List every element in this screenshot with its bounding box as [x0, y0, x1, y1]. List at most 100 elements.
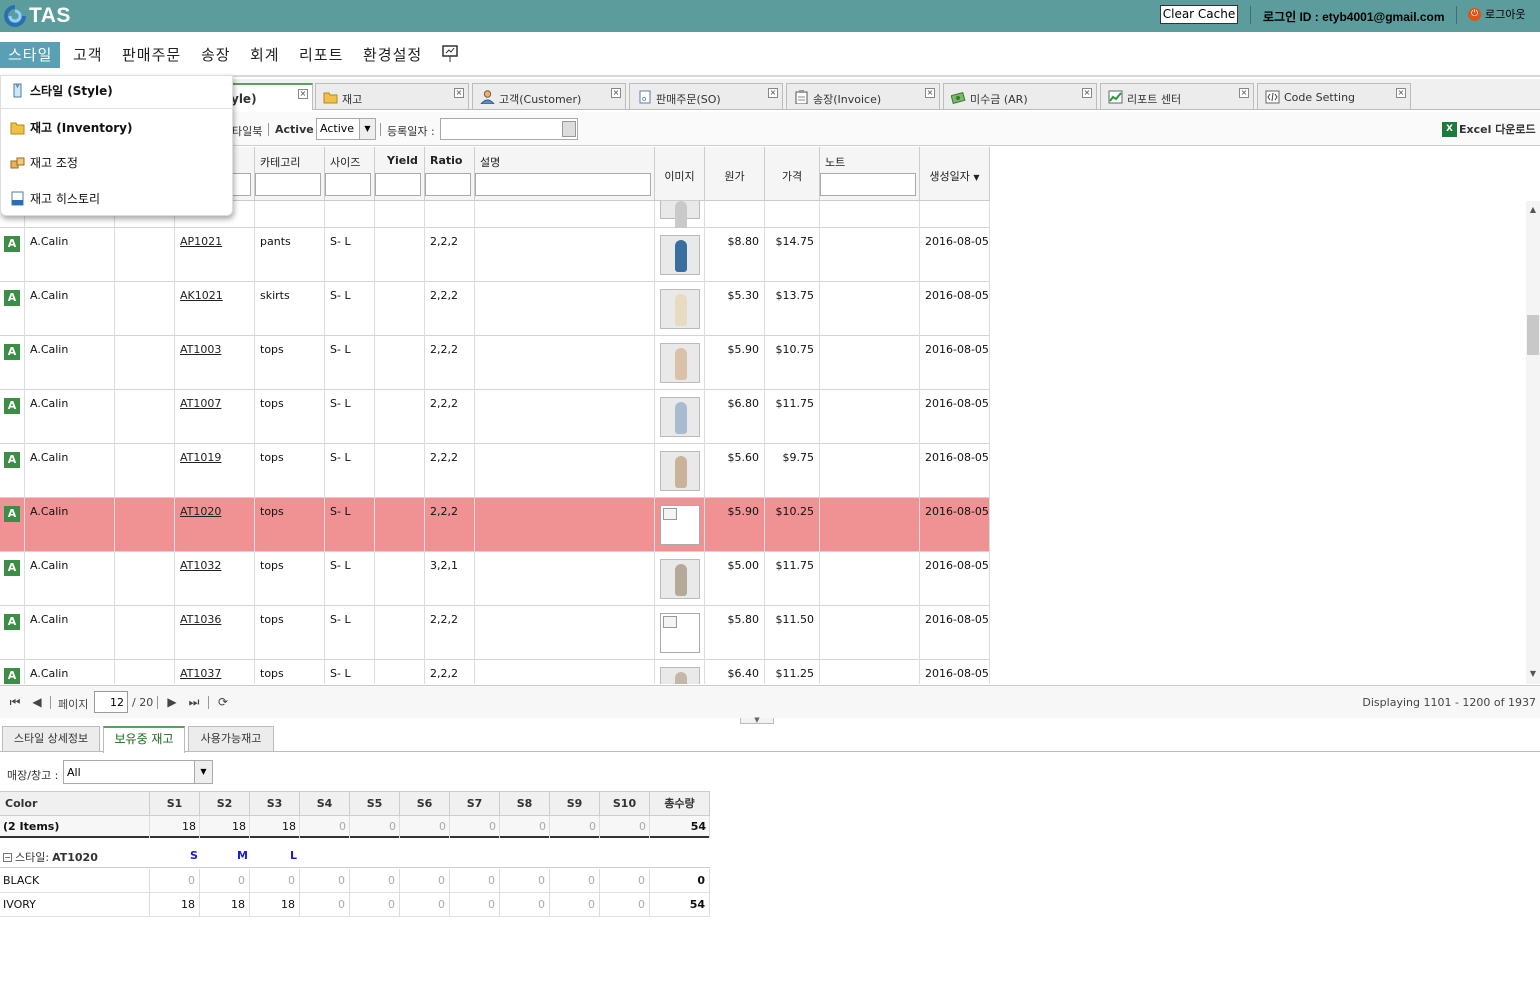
header-label[interactable]: Yield — [387, 154, 418, 167]
menu-style[interactable]: 스타일 — [0, 42, 61, 68]
menu-sales-order[interactable]: 판매주문 — [122, 42, 181, 68]
header-label[interactable]: 가격 — [765, 168, 819, 184]
app-logo[interactable]: TAS — [4, 4, 71, 28]
header-label[interactable]: 이미지 — [655, 168, 704, 184]
tab-ar[interactable]: 미수금 (AR) × — [943, 83, 1097, 109]
inventory-col-header[interactable]: 총수량 — [650, 792, 710, 816]
inventory-row[interactable]: BLACK 0 0 0 0 0 0 0 0 0 0 0 — [0, 869, 710, 893]
product-thumbnail[interactable] — [660, 505, 700, 545]
table-row[interactable]: A A.Calin AT1036 tops S- L 2,2,2 $5.80 $11.50 20… — [0, 606, 990, 660]
close-icon[interactable]: × — [925, 88, 935, 98]
product-thumbnail[interactable] — [660, 559, 700, 599]
refresh-icon[interactable]: ⟳ — [216, 695, 230, 709]
table-row[interactable]: A A.Calin AT1007 tops S- L 2,2,2 $6.80 $11.75 20… — [0, 390, 990, 444]
first-page-icon[interactable]: ⏮ — [8, 695, 22, 709]
menu-customer[interactable]: 고객 — [73, 42, 103, 68]
inventory-col-header[interactable]: S5 — [350, 792, 400, 816]
inventory-group-row[interactable]: − 스타일: AT1020 S M L — [0, 840, 710, 868]
menu-item-inventory[interactable]: 재고 (Inventory) — [10, 117, 132, 137]
product-thumbnail[interactable] — [660, 613, 700, 653]
style-link[interactable]: AP1021 — [180, 235, 222, 248]
inventory-col-header[interactable]: S1 — [150, 792, 200, 816]
tab-invoice[interactable]: 송장(Invoice) × — [786, 83, 940, 109]
prev-page-icon[interactable]: ◀ — [30, 695, 44, 709]
inventory-col-header[interactable]: S6 — [400, 792, 450, 816]
tab-sales-order[interactable]: o 판매주문(SO) × — [629, 83, 783, 109]
tab-report-center[interactable]: 리포트 센터 × — [1100, 83, 1254, 109]
tab-customer[interactable]: 고객(Customer) × — [472, 83, 626, 109]
yield-filter[interactable] — [375, 173, 421, 196]
inventory-col-header[interactable]: S7 — [450, 792, 500, 816]
menu-accounting[interactable]: 회계 — [250, 42, 280, 68]
description-filter[interactable] — [475, 173, 651, 196]
style-link[interactable]: AT1003 — [180, 343, 221, 356]
style-link[interactable]: AT1032 — [180, 559, 221, 572]
product-thumbnail[interactable] — [660, 201, 700, 233]
close-icon[interactable]: × — [1239, 88, 1249, 98]
product-thumbnail[interactable] — [660, 235, 700, 275]
stylebook-link[interactable]: 타일북 — [232, 123, 262, 139]
close-icon[interactable]: × — [1396, 88, 1406, 98]
date-filter-input[interactable] — [440, 118, 578, 140]
tab-code-setting[interactable]: Code Setting × — [1257, 83, 1411, 109]
close-icon[interactable]: × — [768, 88, 778, 98]
inventory-col-header[interactable]: S2 — [200, 792, 250, 816]
header-label[interactable]: Ratio — [430, 154, 462, 167]
store-select[interactable]: All ▼ — [63, 760, 213, 784]
page-number-input[interactable]: 12 — [94, 691, 128, 713]
product-thumbnail[interactable] — [660, 397, 700, 437]
table-row[interactable]: A A.Calin AT1037 tops S- L 2,2,2 $6.40 $11.25 20… — [0, 660, 990, 684]
table-row[interactable]: A A.Calin AP1021 pants S- L 2,2,2 $8.80 $14.75 2… — [0, 228, 990, 282]
table-row[interactable]: A A.Calin AT1020 tops S- L 2,2,2 $5.90 $10.25 20… — [0, 498, 990, 552]
close-icon[interactable]: × — [1082, 88, 1092, 98]
ratio-filter[interactable] — [425, 173, 471, 196]
note-filter[interactable] — [820, 173, 916, 196]
inventory-col-header[interactable]: S3 — [250, 792, 300, 816]
category-filter[interactable] — [255, 173, 321, 196]
scroll-up-icon[interactable]: ▲ — [1528, 205, 1538, 215]
style-link[interactable]: AT1019 — [180, 451, 221, 464]
table-row[interactable]: A A.Calin AT1019 tops S- L 2,2,2 $5.60 $9.75 201… — [0, 444, 990, 498]
tab-inventory[interactable]: 재고 × — [315, 83, 469, 109]
inventory-col-header[interactable]: S8 — [500, 792, 550, 816]
group-title[interactable]: − 스타일: AT1020 — [3, 849, 98, 865]
inventory-row[interactable]: IVORY 18 18 18 0 0 0 0 0 0 0 54 — [0, 893, 710, 917]
menu-item-inventory-adjustment[interactable]: 재고 조정 — [10, 152, 78, 172]
scroll-thumb[interactable] — [1527, 315, 1539, 355]
close-icon[interactable]: × — [298, 89, 308, 99]
menu-item-inventory-history[interactable]: 재고 히스토리 — [10, 188, 100, 208]
collapse-icon[interactable]: − — [3, 852, 12, 862]
inventory-col-header[interactable]: Color — [0, 792, 150, 816]
style-link[interactable]: AT1020 — [180, 505, 221, 518]
menu-item-style[interactable]: 스타일 (Style) — [10, 80, 113, 100]
product-thumbnail[interactable] — [660, 667, 700, 684]
tab-available-stock[interactable]: 사용가능재고 — [188, 726, 274, 751]
style-link[interactable]: AT1037 — [180, 667, 221, 680]
last-page-icon[interactable]: ⏭ — [187, 695, 201, 709]
table-row[interactable]: A A.Calin AT1003 tops S- L 2,2,2 $5.90 $10.75 20… — [0, 336, 990, 390]
vertical-scrollbar[interactable]: ▲ ▼ — [1526, 201, 1540, 684]
product-thumbnail[interactable] — [660, 343, 700, 383]
clear-cache-button[interactable]: Clear Cache — [1160, 5, 1238, 24]
close-icon[interactable]: × — [611, 88, 621, 98]
header-label[interactable]: 원가 — [705, 168, 764, 184]
style-link[interactable]: AT1036 — [180, 613, 221, 626]
close-icon[interactable]: × — [454, 88, 464, 98]
scroll-down-icon[interactable]: ▼ — [1528, 669, 1538, 679]
menu-settings[interactable]: 환경설정 — [363, 42, 422, 68]
size-filter[interactable] — [325, 173, 371, 196]
inventory-col-header[interactable]: S9 — [550, 792, 600, 816]
excel-download-button[interactable]: X Excel 다운로드 — [1442, 121, 1536, 137]
header-label[interactable]: 설명 — [480, 154, 500, 170]
next-page-icon[interactable]: ▶ — [165, 695, 179, 709]
tab-style[interactable]: yle) × — [222, 83, 313, 110]
inventory-col-header[interactable]: S10 — [600, 792, 650, 816]
logout-button[interactable]: ⏻ 로그아웃 — [1468, 6, 1525, 22]
inventory-col-header[interactable]: S4 — [300, 792, 350, 816]
calendar-icon[interactable] — [562, 121, 576, 137]
header-label[interactable]: 노트 — [825, 154, 845, 170]
tab-stock-on-hand[interactable]: 보유중 재고 — [103, 726, 185, 753]
presentation-icon[interactable] — [442, 45, 458, 71]
table-row[interactable]: A A.Calin AK1021 skirts S- L 2,2,2 $5.30 $13.75… — [0, 282, 990, 336]
header-label[interactable]: 사이즈 — [330, 154, 360, 170]
